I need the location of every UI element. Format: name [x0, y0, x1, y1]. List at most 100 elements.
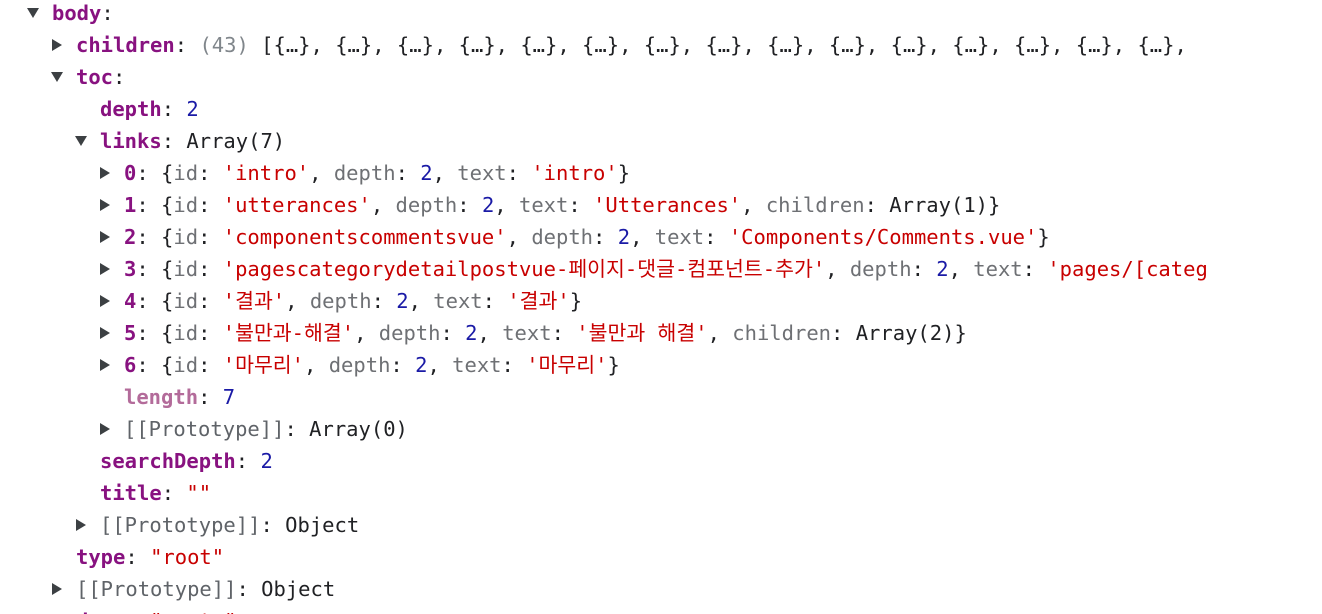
tree-row-content: body: [52, 0, 114, 29]
token-p: , [741, 193, 766, 217]
token-p: : [284, 417, 310, 441]
tree-row-content: 6: {id: '마무리', depth: 2, text: '마무리'} [124, 349, 620, 381]
token-p: : [198, 321, 223, 345]
token-v-str: 'componentscommentsvue' [222, 225, 507, 249]
collapse-triangle-right-icon[interactable] [94, 221, 116, 253]
token-p: , [630, 225, 655, 249]
tree-row-body-prototype[interactable]: [[Prototype]]: Object [0, 573, 1322, 605]
tree-row-link-4[interactable]: 4: {id: '결과', depth: 2, text: '결과'} [0, 285, 1322, 317]
token-p: , [506, 225, 532, 249]
token-k-own: 1 [124, 193, 137, 217]
token-p: , [370, 193, 396, 217]
token-v-str: '불만과 해결' [576, 321, 708, 345]
collapse-triangle-right-icon[interactable] [46, 573, 68, 605]
token-k-proto: [[Prototype]] [100, 513, 261, 537]
token-k-own: 5 [124, 321, 137, 345]
token-p: : [457, 193, 482, 217]
token-p: : [440, 321, 466, 345]
token-k-own: type [76, 545, 126, 569]
token-v-str: '결과' [507, 289, 570, 313]
token-p: : [831, 321, 856, 345]
token-v-str: "root" [150, 545, 225, 569]
tree-row-body[interactable]: body: [0, 0, 1322, 29]
tree-row-content: children: (43) [{…}, {…}, {…}, {…}, {…},… [76, 29, 1187, 61]
collapse-triangle-right-icon[interactable] [94, 157, 116, 189]
token-k-prop: id [173, 353, 199, 377]
tree-row-next-entry: d "posts" [0, 605, 1322, 614]
tree-row-content: d "posts" [76, 605, 236, 614]
token-p: : [198, 257, 223, 281]
token-k-own: 6 [124, 353, 137, 377]
token-v-num: 2 [617, 225, 631, 249]
token-p: : [113, 65, 126, 89]
token-p: , [285, 289, 310, 313]
token-p: } [617, 161, 631, 185]
token-p: : [198, 161, 223, 185]
token-v-plain: Object [285, 513, 360, 537]
token-p: : [864, 193, 890, 217]
token-k-prop: text [654, 225, 705, 249]
tree-row-content: [[Prototype]]: Array(0) [124, 413, 408, 445]
tree-row-link-3[interactable]: 3: {id: 'pagescategorydetailpostvue-페이지-… [0, 253, 1322, 285]
tree-row-content: 2: {id: 'componentscommentsvue', depth: … [124, 221, 1050, 253]
token-k-prop: text [518, 193, 569, 217]
token-p: } [988, 193, 1001, 217]
tree-row-link-6[interactable]: 6: {id: '마무리', depth: 2, text: '마무리'} [0, 349, 1322, 381]
token-p: , [354, 321, 379, 345]
token-v-str: '마무리' [222, 353, 305, 377]
token-v-num: 7 [222, 385, 236, 409]
token-p: : [568, 193, 594, 217]
collapse-triangle-right-icon[interactable] [94, 317, 116, 349]
token-k-prop: children [765, 193, 865, 217]
token-p: : [395, 161, 421, 185]
tree-row-link-2[interactable]: 2: {id: 'componentscommentsvue', depth: … [0, 221, 1322, 253]
token-v-str: 'pagescategorydetailpostvue-페이지-댓글-컴포넌트-… [222, 257, 826, 281]
expand-triangle-down-icon[interactable] [46, 61, 68, 93]
token-p: : [198, 193, 223, 217]
token-p: : [704, 225, 729, 249]
collapse-triangle-right-icon[interactable] [70, 509, 92, 541]
expand-triangle-down-icon[interactable] [70, 125, 92, 157]
tree-row-link-1[interactable]: 1: {id: 'utterances', depth: 2, text: 'U… [0, 189, 1322, 221]
collapse-triangle-right-icon[interactable] [46, 29, 68, 61]
token-p: , [304, 353, 329, 377]
tree-row-toc-prototype[interactable]: [[Prototype]]: Object [0, 509, 1322, 541]
token-v-num: 2 [186, 97, 199, 121]
collapse-triangle-right-icon[interactable] [94, 189, 116, 221]
tree-row-link-5[interactable]: 5: {id: '불만과-해결', depth: 2, text: '불만과 해… [0, 317, 1322, 349]
tree-row-title: title: "" [0, 477, 1322, 509]
tree-row-searchDepth: searchDepth: 2 [0, 445, 1322, 477]
token-v-str: 'Components/Comments.vue' [728, 225, 1038, 249]
tree-row-content: 3: {id: 'pagescategorydetailpostvue-페이지-… [124, 253, 1208, 285]
token-p: : [174, 33, 200, 57]
collapse-triangle-right-icon[interactable] [94, 285, 116, 317]
tree-row-content: links: Array(7) [100, 125, 285, 157]
expand-triangle-down-icon[interactable] [22, 0, 44, 29]
token-k-prop: id [173, 225, 199, 249]
token-p: } [569, 289, 583, 313]
token-k-prop: id [173, 289, 199, 313]
token-v-num: 2 [396, 289, 409, 313]
collapse-triangle-right-icon[interactable] [94, 349, 116, 381]
token-k-own: children [76, 33, 175, 57]
token-p: : [260, 513, 286, 537]
tree-row-content: 5: {id: '불만과-해결', depth: 2, text: '불만과 해… [124, 317, 967, 349]
tree-row-toc[interactable]: toc: [0, 61, 1322, 93]
token-k-prop: text [973, 257, 1023, 281]
collapse-triangle-right-icon[interactable] [94, 413, 116, 445]
tree-row-children[interactable]: children: (43) [{…}, {…}, {…}, {…}, {…},… [0, 29, 1322, 61]
token-v-str: '마무리' [526, 353, 608, 377]
tree-row-links-prototype[interactable]: [[Prototype]]: Array(0) [0, 413, 1322, 445]
token-p: : { [136, 193, 174, 217]
token-k-prop: children [732, 321, 832, 345]
token-k-own: 2 [124, 225, 137, 249]
token-p: : [198, 225, 223, 249]
collapse-triangle-right-icon[interactable] [94, 253, 116, 285]
tree-row-link-0[interactable]: 0: {id: 'intro', depth: 2, text: 'intro'… [0, 157, 1322, 189]
token-v-num: 2 [465, 321, 478, 345]
token-k-prop: depth [378, 321, 441, 345]
token-k-prop: depth [328, 353, 391, 377]
token-k-own: 3 [124, 257, 137, 281]
token-v-num: 2 [420, 161, 433, 185]
tree-row-links[interactable]: links: Array(7) [0, 125, 1322, 157]
